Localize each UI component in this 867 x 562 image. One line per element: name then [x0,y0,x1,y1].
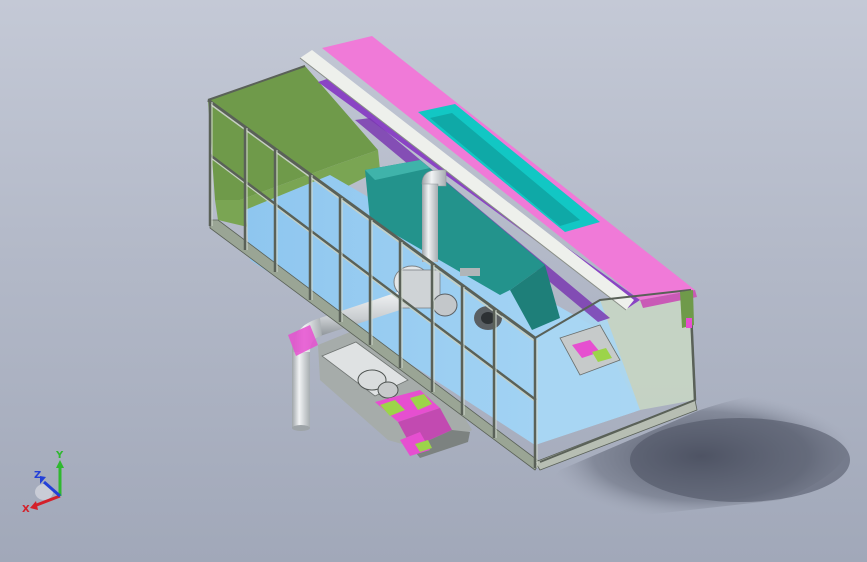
pipe-outlet [292,425,310,431]
vertical-pipe-lower [292,352,310,428]
triad-x-label: X [22,504,30,515]
right-end-tab [686,318,692,328]
flange [460,268,480,276]
coordinate-triad: Y Z X [22,450,64,515]
triad-z-label: Z [34,470,41,481]
cad-model-3d[interactable] [0,0,867,562]
triad-y-label: Y [55,450,64,461]
triad-x-arrow [30,501,38,510]
model-shadow-core [630,418,850,502]
triad-y-arrow [56,460,64,468]
motor-cylinder [432,293,458,317]
vertical-pipe-upper [422,182,438,262]
cad-viewport[interactable]: Y Z X [0,0,867,562]
gear-cylinder-2 [377,381,399,399]
